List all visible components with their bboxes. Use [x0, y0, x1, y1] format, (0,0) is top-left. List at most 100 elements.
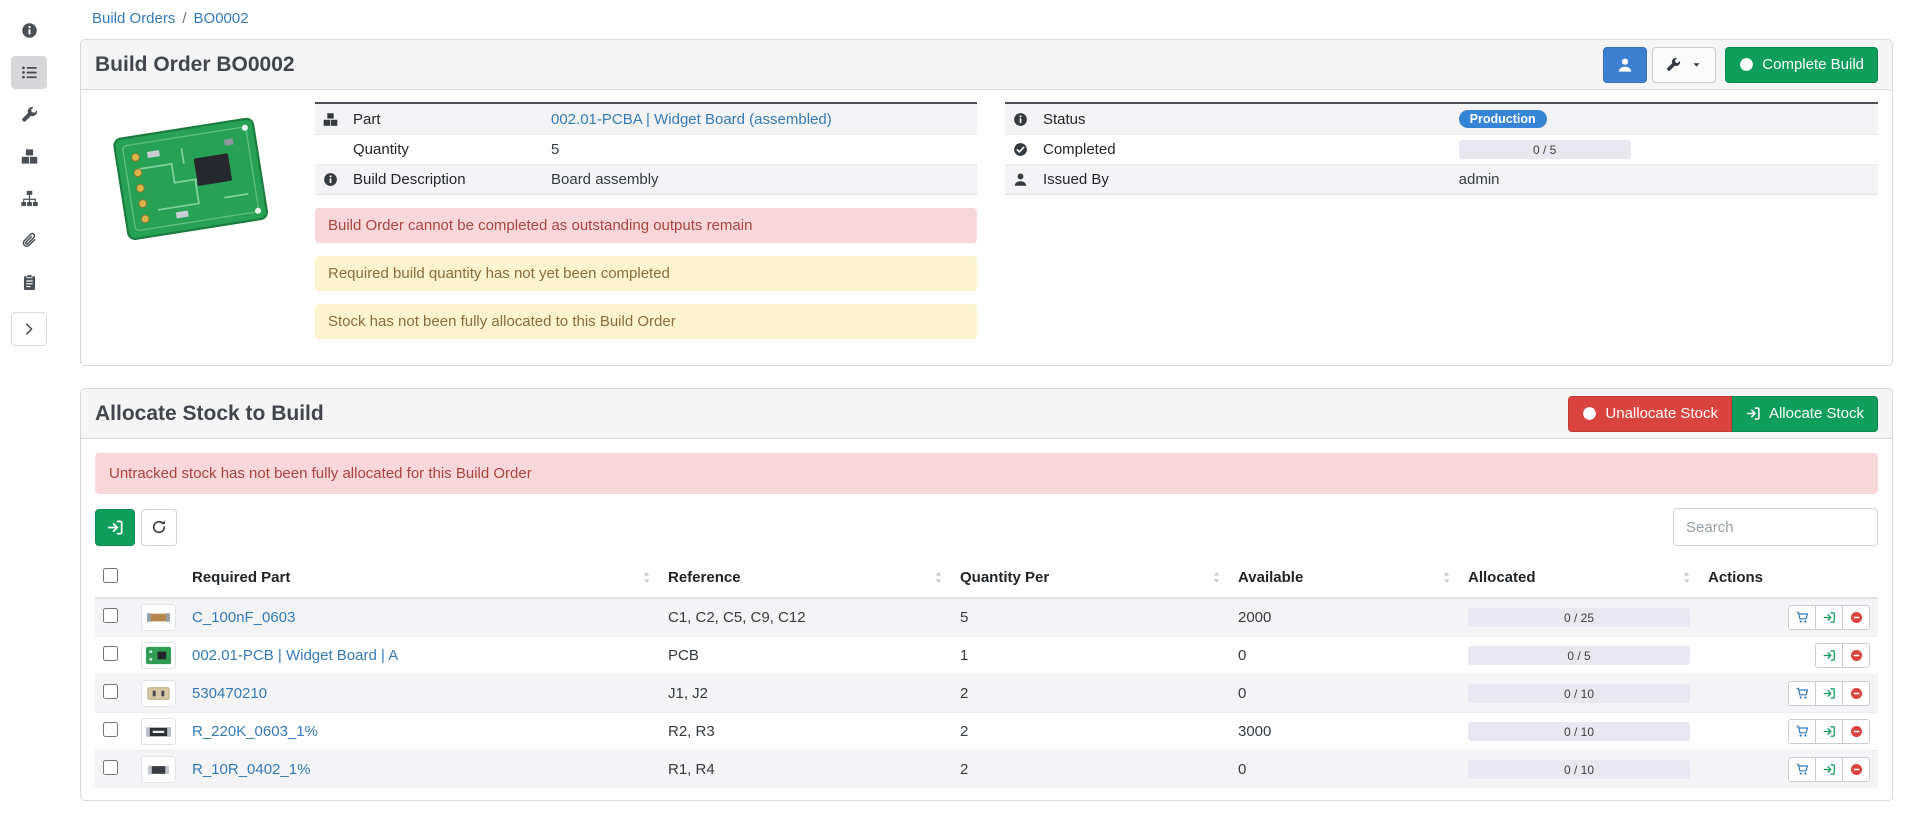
check-circle-icon	[1739, 57, 1754, 72]
build-detail-table-right: Status Production Completed 0 / 5 Issued…	[1005, 102, 1878, 195]
quantity-per-cell: 2	[952, 675, 1230, 713]
part-thumbnail	[141, 604, 176, 631]
sign-in-icon	[1823, 687, 1836, 700]
allocate-stock-button[interactable]: Allocate Stock	[1732, 396, 1878, 432]
order-part-button[interactable]	[1788, 757, 1816, 782]
caret-down-icon	[1691, 59, 1702, 70]
user-icon	[1013, 172, 1028, 187]
admin-actions-button[interactable]	[1603, 47, 1647, 83]
unallocate-row-button[interactable]	[1842, 643, 1870, 668]
breadcrumb-separator: /	[182, 10, 186, 27]
unallocate-stock-button[interactable]: Unallocate Stock	[1568, 396, 1732, 432]
alert-stock-not-allocated: Stock has not been fully allocated to th…	[315, 304, 977, 339]
quantity-per-cell: 2	[952, 751, 1230, 789]
row-checkbox[interactable]	[103, 684, 118, 699]
refresh-icon	[151, 519, 167, 535]
table-header-row: Required Part Reference Quantity Per Ava…	[95, 558, 1878, 598]
allocate-row-button[interactable]	[1815, 719, 1843, 744]
sidebar-item-child-builds[interactable]	[11, 182, 47, 215]
search-input[interactable]	[1673, 508, 1878, 546]
minus-circle-icon	[1850, 763, 1863, 776]
part-link[interactable]: 530470210	[192, 685, 267, 702]
sidebar-item-attachments[interactable]	[11, 224, 47, 257]
quantity-value: 5	[551, 141, 969, 158]
sidebar-item-build-outputs[interactable]	[11, 98, 47, 131]
allocate-row-button[interactable]	[1815, 681, 1843, 706]
part-thumbnail	[141, 718, 176, 745]
allocate-row-button[interactable]	[1815, 643, 1843, 668]
table-row: C_100nF_0603 C1, C2, C5, C9, C12 5 2000 …	[95, 598, 1878, 637]
status-badge: Production	[1459, 110, 1547, 129]
allocate-row-button[interactable]	[1815, 605, 1843, 630]
alert-quantity-incomplete: Required build quantity has not yet been…	[315, 256, 977, 291]
row-checkbox[interactable]	[103, 722, 118, 737]
part-label: Part	[353, 111, 551, 128]
reference-cell: R1, R4	[660, 751, 952, 789]
sidebar-item-details[interactable]	[11, 14, 47, 47]
detail-row-completed: Completed 0 / 5	[1005, 134, 1878, 164]
allocated-progress-bar: 0 / 25	[1468, 608, 1690, 627]
refresh-table-button[interactable]	[141, 509, 177, 546]
order-part-button[interactable]	[1788, 681, 1816, 706]
detail-row-part: Part 002.01-PCBA | Widget Board (assembl…	[315, 104, 977, 134]
clipboard-icon	[21, 274, 38, 291]
detail-row-description: Build Description Board assembly	[315, 164, 977, 194]
part-link[interactable]: 002.01-PCB | Widget Board | A	[192, 647, 398, 664]
allocated-progress-bar: 0 / 10	[1468, 722, 1690, 741]
column-required-part[interactable]: Required Part	[184, 558, 660, 598]
unallocate-row-button[interactable]	[1842, 757, 1870, 782]
part-link[interactable]: C_100nF_0603	[192, 609, 295, 626]
sort-icon	[641, 571, 652, 584]
sign-in-icon	[1823, 763, 1836, 776]
complete-build-button[interactable]: Complete Build	[1725, 47, 1878, 83]
sidebar-expand-button[interactable]	[11, 312, 47, 346]
build-actions-dropdown-button[interactable]	[1652, 47, 1716, 83]
part-image	[100, 102, 282, 260]
column-reference[interactable]: Reference	[660, 558, 952, 598]
row-checkbox[interactable]	[103, 646, 118, 661]
info-circle-icon	[1013, 112, 1028, 127]
select-all-checkbox[interactable]	[103, 568, 118, 583]
breadcrumb-build-orders-link[interactable]: Build Orders	[92, 10, 175, 27]
row-checkbox[interactable]	[103, 760, 118, 775]
cart-icon	[1796, 687, 1809, 700]
part-link[interactable]: R_220K_0603_1%	[192, 723, 318, 740]
sort-icon	[933, 571, 944, 584]
unallocate-stock-label: Unallocate Stock	[1605, 405, 1718, 422]
boxes-icon	[21, 148, 38, 165]
sort-icon	[1211, 571, 1222, 584]
unallocate-row-button[interactable]	[1842, 605, 1870, 630]
minus-circle-icon	[1850, 687, 1863, 700]
sort-icon	[1681, 571, 1692, 584]
sitemap-icon	[21, 190, 38, 207]
part-link[interactable]: R_10R_0402_1%	[192, 761, 310, 778]
sort-icon	[1441, 571, 1452, 584]
unallocate-row-button[interactable]	[1842, 719, 1870, 744]
available-cell: 0	[1230, 675, 1460, 713]
column-quantity-per[interactable]: Quantity Per	[952, 558, 1230, 598]
sidebar-item-completed-outputs[interactable]	[11, 140, 47, 173]
breadcrumb-current-link[interactable]: BO0002	[194, 10, 249, 27]
breadcrumb: Build Orders / BO0002	[80, 0, 1893, 39]
sidebar-item-notes[interactable]	[11, 266, 47, 299]
column-allocated[interactable]: Allocated	[1460, 558, 1700, 598]
build-order-details: Part 002.01-PCBA | Widget Board (assembl…	[81, 90, 1892, 365]
unallocate-row-button[interactable]	[1842, 681, 1870, 706]
toolbar-allocate-button[interactable]	[95, 509, 135, 546]
available-cell: 0	[1230, 751, 1460, 789]
description-value: Board assembly	[551, 171, 969, 188]
order-part-button[interactable]	[1788, 605, 1816, 630]
allocate-row-button[interactable]	[1815, 757, 1843, 782]
reference-cell: R2, R3	[660, 713, 952, 751]
available-cell: 2000	[1230, 598, 1460, 637]
paperclip-icon	[21, 232, 38, 249]
reference-cell: J1, J2	[660, 675, 952, 713]
sidebar-item-allocate-stock[interactable]	[11, 56, 47, 89]
sign-in-icon	[1823, 611, 1836, 624]
column-available[interactable]: Available	[1230, 558, 1460, 598]
order-part-button[interactable]	[1788, 719, 1816, 744]
part-link[interactable]: 002.01-PCBA | Widget Board (assembled)	[551, 111, 832, 128]
completed-label: Completed	[1043, 141, 1459, 158]
row-checkbox[interactable]	[103, 608, 118, 623]
table-row: 002.01-PCB | Widget Board | A PCB 1 0 0 …	[95, 637, 1878, 675]
